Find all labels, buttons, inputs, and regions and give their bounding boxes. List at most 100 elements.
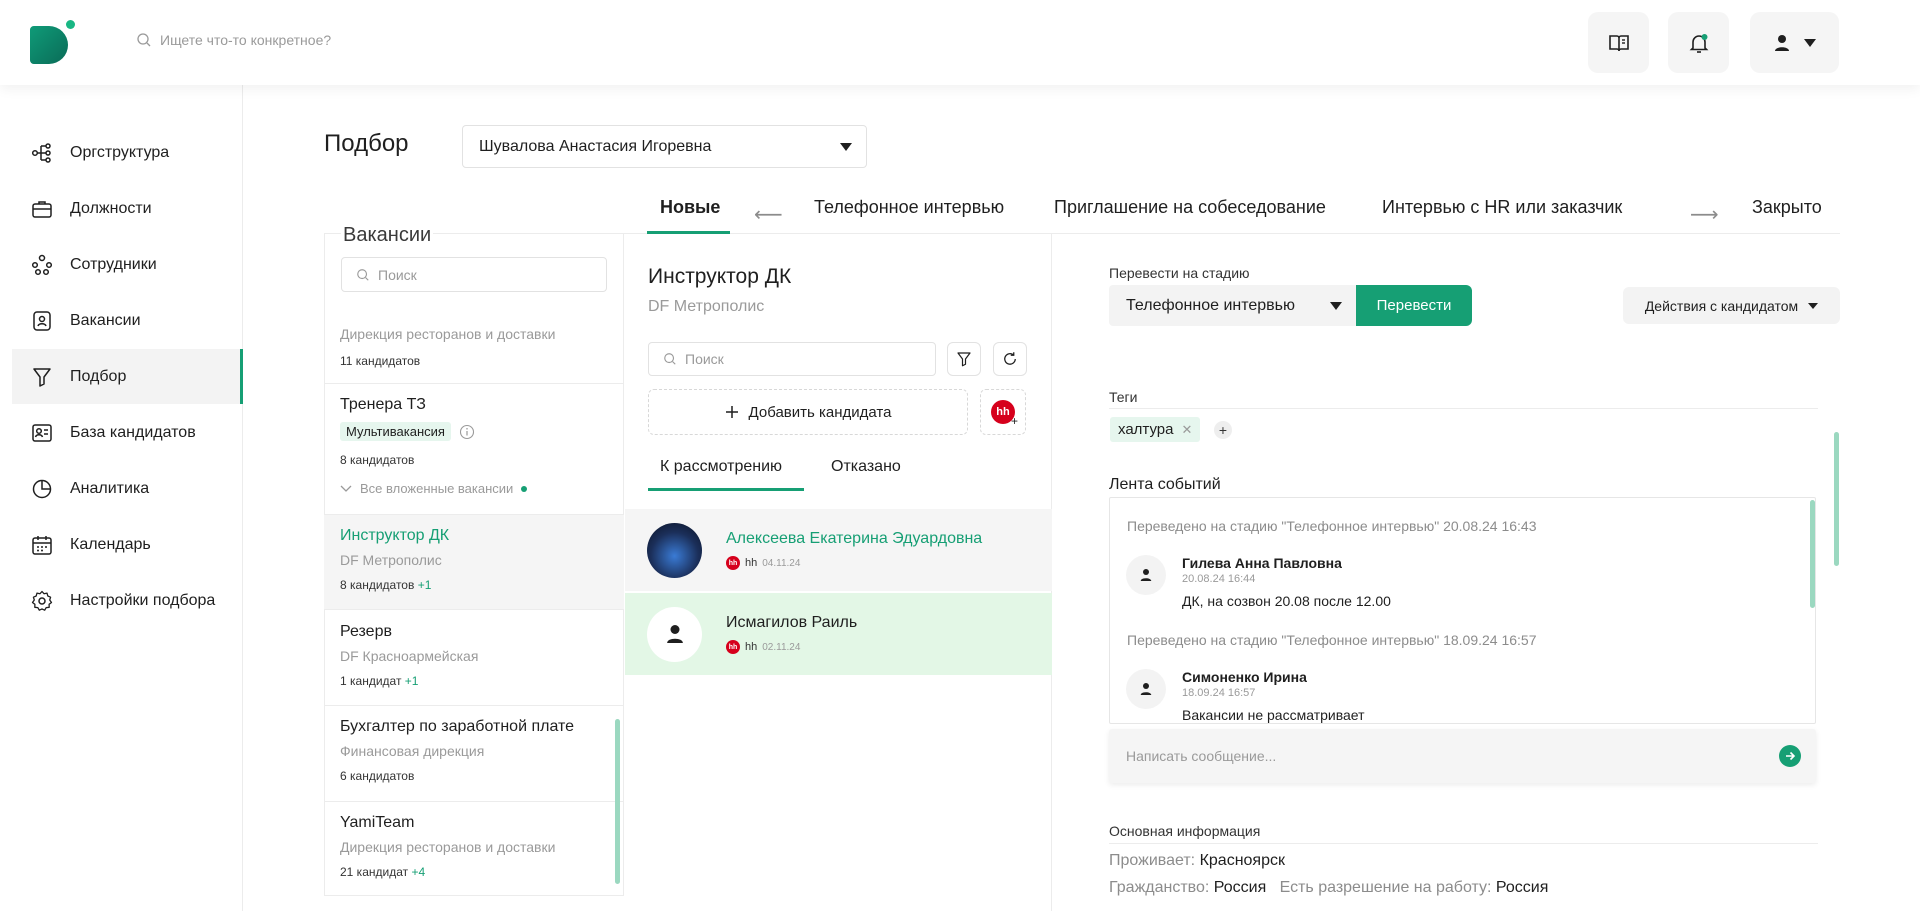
filter-button[interactable] [947, 342, 981, 376]
candidate-date: 02.11.24 [762, 641, 801, 653]
book-icon [1608, 34, 1629, 51]
multivacancy-badge: Мультивакансия [340, 422, 451, 441]
candidates-search-placeholder: Поиск [685, 351, 724, 367]
avatar [647, 522, 702, 578]
citizenship-row: Гражданство: Россия Есть разрешение на р… [1109, 879, 1548, 897]
nested-vacancies-toggle[interactable]: Все вложенные вакансии [340, 481, 624, 496]
vacancy-item[interactable]: Бухгалтер по заработной плате Финансовая… [324, 706, 624, 802]
candidate-actions-label: Действия с кандидатом [1644, 297, 1799, 314]
vacancy-item[interactable]: Резерв DF Красноармейская 1 кандидат +1 [324, 610, 624, 706]
citizenship-value: Россия [1213, 879, 1267, 896]
move-button[interactable]: Перевести [1356, 285, 1472, 326]
candidate-date: 04.11.24 [762, 557, 801, 569]
vacancy-org: DF Метрополис [648, 298, 765, 315]
candidate-source: hh [745, 557, 758, 569]
recruiter-select[interactable]: Шувалова Анастасия Игоревна [462, 125, 867, 168]
vacancies-title: Вакансии [341, 224, 434, 247]
send-button[interactable] [1779, 745, 1801, 767]
sidebar-item-recruiting[interactable]: Подбор [12, 349, 243, 404]
vacancy-title: Бухгалтер по заработной плате [340, 718, 575, 735]
work-permit-label: Есть разрешение на работу: [1279, 879, 1492, 896]
add-candidate-label: Добавить кандидата [748, 403, 892, 421]
plus-icon [725, 406, 738, 418]
sidebar-item-recruiting-settings[interactable]: Настройки подбора [12, 573, 243, 628]
funnel-icon [957, 352, 971, 367]
comment-date: 18.09.24 16:57 [1182, 687, 1256, 699]
feed-scrollbar[interactable] [1810, 500, 1815, 608]
sidebar-item-label: Вакансии [70, 311, 141, 329]
briefcase-icon [32, 200, 52, 218]
close-icon[interactable]: ✕ [1181, 422, 1192, 438]
tab-stage-phone-interview[interactable]: Телефонное интервью [814, 197, 1004, 218]
comment-author: Симоненко Ирина [1182, 669, 1307, 685]
comment-text: ДК, на созвон 20.08 после 12.00 [1182, 593, 1391, 609]
tab-stage-invitation[interactable]: Приглашение на собеседование [1054, 197, 1326, 218]
vacancy-extra-count: +4 [411, 865, 426, 879]
vacancy-dept: DF Метрополис [340, 552, 442, 568]
vacancy-title: Резерв [340, 623, 392, 640]
vacancy-item[interactable]: Дирекция ресторанов и доставки 11 кандид… [324, 312, 624, 384]
vacancy-dept: Дирекция ресторанов и доставки [340, 839, 556, 855]
user-icon [1140, 569, 1152, 581]
vacancies-scrollbar[interactable] [615, 719, 620, 884]
tab-stage-new[interactable]: Новые [660, 197, 720, 218]
main-info-label: Основная информация [1109, 823, 1261, 839]
details-scrollbar[interactable] [1834, 432, 1839, 566]
arrow-right-icon[interactable]: ⟶ [1690, 202, 1719, 227]
tab-rejected[interactable]: Отказано [831, 458, 901, 476]
stage-select[interactable]: Телефонное интервью [1109, 285, 1356, 326]
pie-chart-icon [32, 479, 52, 498]
vacancy-title: Тренера ТЗ [340, 396, 426, 413]
hh-logo-icon: hh [726, 556, 740, 570]
avatar [647, 606, 702, 662]
add-candidate-button[interactable]: Добавить кандидата [648, 389, 968, 435]
people-icon [31, 254, 53, 275]
arrow-left-icon[interactable]: ⟵ [754, 202, 783, 227]
sidebar-item-calendar[interactable]: Календарь [12, 517, 243, 572]
message-input[interactable]: Написать сообщение... [1109, 729, 1816, 783]
sidebar-item-org-structure[interactable]: Оргструктура [12, 125, 243, 180]
vacancies-search-input[interactable]: Поиск [341, 257, 607, 292]
vacancy-count: 8 кандидатов [340, 578, 415, 592]
arrow-right-icon [1786, 751, 1796, 761]
refresh-button[interactable] [993, 342, 1027, 376]
notifications-button[interactable] [1668, 12, 1729, 73]
vacancy-item[interactable]: Тренера ТЗ Мультивакансия 8 кандидатов В… [324, 384, 624, 515]
vacancy-count: 8 кандидатов [340, 453, 415, 467]
work-permit-value: Россия [1495, 879, 1549, 896]
tab-stage-closed[interactable]: Закрыто [1752, 197, 1822, 218]
vacancy-item[interactable]: YamiTeam Дирекция ресторанов и доставки … [324, 802, 624, 896]
info-icon[interactable] [459, 424, 475, 440]
global-search[interactable]: Ищете что-то конкретное? [136, 32, 331, 48]
tab-under-review[interactable]: К рассмотрению [660, 458, 782, 476]
chevron-down-icon [1803, 38, 1816, 47]
citizenship-label: Гражданство: [1109, 879, 1210, 896]
comment-author: Гилева Анна Павловна [1182, 555, 1342, 571]
sidebar-item-positions[interactable]: Должности [12, 181, 243, 236]
vacancy-dept: Финансовая дирекция [340, 743, 485, 759]
sidebar-item-candidate-base[interactable]: База кандидатов [12, 405, 243, 460]
tab-stage-hr-interview[interactable]: Интервью с HR или заказчик [1382, 197, 1622, 218]
page-title: Подбор [324, 130, 409, 157]
sidebar-item-vacancies[interactable]: Вакансии [12, 293, 243, 348]
candidate-name: Исмагилов Раиль [726, 614, 858, 631]
feed-comment: Симоненко Ирина 18.09.24 16:57 Вакансии … [1126, 669, 1365, 723]
user-icon [666, 625, 683, 643]
user-icon [1140, 683, 1152, 695]
candidate-actions-button[interactable]: Действия с кандидатом [1623, 287, 1840, 324]
add-from-hh-button[interactable]: hh + [980, 389, 1026, 435]
candidate-item[interactable]: Алексеева Екатерина Эдуардовна hh hh 04.… [625, 509, 1052, 591]
tags-label: Теги [1109, 389, 1138, 405]
knowledge-base-button[interactable] [1588, 12, 1649, 73]
sidebar-item-label: База кандидатов [70, 423, 196, 441]
candidates-search-input[interactable]: Поиск [648, 342, 936, 376]
sidebar-item-employees[interactable]: Сотрудники [12, 237, 243, 292]
vacancy-count: 1 кандидат [340, 674, 402, 688]
add-tag-button[interactable]: + [1214, 421, 1232, 439]
candidate-item-selected[interactable]: Исмагилов Раиль hh hh 02.11.24 [625, 593, 1052, 675]
sidebar-item-analytics[interactable]: Аналитика [12, 461, 243, 516]
app-logo[interactable] [30, 20, 75, 64]
user-menu-button[interactable] [1750, 12, 1839, 73]
vacancy-item-selected[interactable]: Инструктор ДК DF Метрополис 8 кандидатов… [324, 515, 624, 610]
vacancies-search-placeholder: Поиск [378, 266, 417, 283]
